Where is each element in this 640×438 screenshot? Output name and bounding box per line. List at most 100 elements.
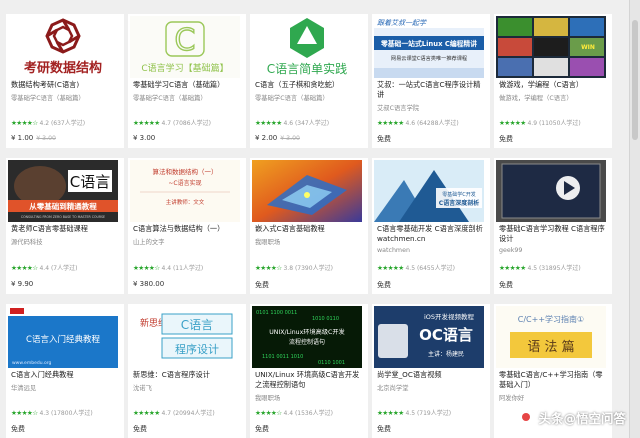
course-card[interactable]: iOS开发视频教程 OC语言 主讲：杨建民 尚学堂_OC语言视频 北京尚学堂 ★… bbox=[372, 304, 490, 438]
course-title[interactable]: 零基础C语言/C++学习指南（零基础入门） bbox=[499, 370, 609, 390]
course-rating: ★★★★☆ 4.4 (11人学过) bbox=[133, 264, 204, 272]
course-thumbnail[interactable]: 跟着艾叔一起学 零基础一站式Linux C编程精讲 网易云课堂C语言类唯一推荐课… bbox=[374, 16, 484, 78]
course-thumbnail[interactable]: C C语言学习【基础篇】 bbox=[130, 16, 240, 78]
course-author: 零基础学C语言（基础篇） bbox=[133, 95, 207, 102]
thumbnail-text: C语言 bbox=[70, 173, 110, 191]
course-price: ¥ 9.90 bbox=[11, 280, 34, 288]
course-author: 华清远见 bbox=[11, 385, 37, 392]
thumbnail-text: OC语言 bbox=[419, 326, 473, 344]
course-thumbnail[interactable]: C语言入门经典教程 www.embedu.org bbox=[8, 306, 118, 368]
old-price: ¥ 3.00 bbox=[280, 135, 300, 142]
svg-text:1101 0011 1010: 1101 0011 1010 bbox=[262, 354, 303, 360]
course-rating: ★★★★☆ 3.8 (7390人学过) bbox=[255, 264, 333, 272]
course-thumbnail[interactable]: iOS开发视频教程 OC语言 主讲：杨建民 bbox=[374, 306, 484, 368]
course-price: ¥ 3.00 bbox=[133, 134, 156, 142]
course-card[interactable]: 零基础学C开发 C语言深度剖析 C语言零基础开发 C语言深度剖析 watchme… bbox=[372, 158, 490, 294]
course-thumbnail[interactable]: 算法和数据结构（一） ~C语言实现 主讲教师：文文 bbox=[130, 160, 240, 222]
star-rating-icon: ★★★★★ bbox=[499, 264, 526, 272]
course-title[interactable]: 艾叔：一站式C语言C程序设计精讲 bbox=[377, 80, 487, 100]
star-rating-icon: ★★★★★ bbox=[377, 409, 404, 417]
star-rating-icon: ★★★★★ bbox=[377, 264, 404, 272]
course-author: 我眼职场 bbox=[255, 395, 281, 402]
scrollbar-thumb[interactable] bbox=[632, 20, 638, 140]
course-title[interactable]: 黄老师C语言零基础课程 bbox=[11, 224, 121, 234]
course-thumbnail[interactable]: C/C++学习指南① 语 法 篇 bbox=[496, 306, 606, 368]
course-title[interactable]: C语言零基础开发 C语言深度剖析 watchmen.cn bbox=[377, 224, 487, 244]
course-card[interactable]: C语言 从零基础到精通教程 CONSULTING FROM ZERO BASE … bbox=[6, 158, 124, 294]
thumbnail-text: C/C++学习指南① bbox=[518, 314, 584, 324]
course-title[interactable]: 零基础C语言学习教程 C语言程序设计 bbox=[499, 224, 609, 244]
course-author: geek99 bbox=[499, 247, 523, 254]
svg-text:0101 1100 0011: 0101 1100 0011 bbox=[256, 310, 297, 316]
star-rating-icon: ★★★★★ bbox=[377, 119, 404, 127]
course-title[interactable]: 尚学堂_OC语言视频 bbox=[377, 370, 487, 380]
course-price: 免费 bbox=[499, 281, 513, 289]
course-rating: ★★★★★ 4.5 (719人学过) bbox=[377, 409, 452, 417]
course-author: watchmen bbox=[377, 247, 410, 254]
thumbnail-url: www.embedu.org bbox=[12, 360, 51, 366]
course-thumbnail[interactable]: 考研数据结构 bbox=[8, 16, 118, 78]
course-rating: ★★★★★ 4.6 (64288人学过) bbox=[377, 119, 459, 127]
course-title[interactable]: 嵌入式C语言基础教程 bbox=[255, 224, 365, 234]
course-price: 免费 bbox=[133, 425, 147, 433]
course-rating: ★★★★☆ 4.3 (17800人学过) bbox=[11, 409, 93, 417]
course-card[interactable]: WIN 做游戏，学编程（C语言） 做游戏，学编程（C语言） ★★★★★ 4.9 … bbox=[494, 14, 612, 148]
course-price: ¥ 1.00 ¥ 3.00 bbox=[11, 134, 56, 142]
course-title[interactable]: C语言（五子棋和贪吃蛇） bbox=[255, 80, 365, 90]
course-title[interactable]: 新思维：C语言程序设计 bbox=[133, 370, 243, 380]
course-card[interactable]: C语言入门经典教程 www.embedu.org C语言入门经典教程 华清远见 … bbox=[6, 304, 124, 438]
course-price: ¥ 2.00 ¥ 3.00 bbox=[255, 134, 300, 142]
course-thumbnail[interactable] bbox=[252, 160, 362, 222]
thumbnail-subtitle: 语 法 篇 bbox=[527, 340, 574, 355]
course-title[interactable]: 数据结构考研(C语言) bbox=[11, 80, 121, 90]
course-rating: ★★★★★ 4.7 (20994人学过) bbox=[133, 409, 215, 417]
thumbnail-header: iOS开发视频教程 bbox=[424, 312, 475, 321]
svg-text:1010 0110: 1010 0110 bbox=[312, 316, 339, 322]
course-card[interactable]: 嵌入式C语言基础教程 我眼职场 ★★★★☆ 3.8 (7390人学过) 免费 bbox=[250, 158, 368, 294]
course-thumbnail[interactable] bbox=[496, 160, 606, 222]
star-rating-icon: ★★★★★ bbox=[499, 119, 526, 127]
course-card[interactable]: 0101 1100 0011 1010 0110 1101 0011 1010 01… bbox=[250, 304, 368, 438]
course-thumbnail[interactable]: 0101 1100 0011 1010 0110 1101 0011 1010 01… bbox=[252, 306, 362, 368]
thumbnail-text: C语言深度剖析 bbox=[439, 199, 479, 207]
course-rating: ★★★★★ 4.7 (7086人学过) bbox=[133, 119, 211, 127]
course-thumbnail[interactable]: C语言 从零基础到精通教程 CONSULTING FROM ZERO BASE … bbox=[8, 160, 118, 222]
course-thumbnail[interactable]: C语言简单实践 bbox=[252, 16, 362, 78]
course-price: 免费 bbox=[255, 281, 269, 289]
course-title[interactable]: C语言算法与数据结构（一） bbox=[133, 224, 243, 234]
thumbnail-subtitle: 主讲：杨建民 bbox=[428, 350, 464, 358]
course-thumbnail[interactable]: 零基础学C开发 C语言深度剖析 bbox=[374, 160, 484, 222]
course-title[interactable]: C语言入门经典教程 bbox=[11, 370, 121, 380]
course-card[interactable]: 算法和数据结构（一） ~C语言实现 主讲教师：文文 C语言算法与数据结构（一） … bbox=[128, 158, 246, 294]
course-title[interactable]: 零基础学习C语言（基础篇） bbox=[133, 80, 243, 90]
course-card[interactable]: C语言简单实践 C语言（五子棋和贪吃蛇） 零基础学C语言（基础篇） ★★★★★ … bbox=[250, 14, 368, 148]
course-title[interactable]: UNIX/Linux 环境高级C语言开发之流程控制语句 bbox=[255, 370, 365, 390]
thumbnail-text: C语言学习【基础篇】 bbox=[141, 62, 228, 74]
course-card[interactable]: C C语言学习【基础篇】 零基础学习C语言（基础篇） 零基础学C语言（基础篇） … bbox=[128, 14, 246, 148]
svg-text:C: C bbox=[175, 23, 196, 58]
course-author: 阿发你好 bbox=[499, 395, 525, 402]
course-rating: ★★★★★ 4.6 (347人学过) bbox=[255, 119, 330, 127]
svg-text:0110 1001: 0110 1001 bbox=[318, 360, 345, 366]
thumbnail-text: 考研数据结构 bbox=[24, 60, 102, 76]
course-card[interactable]: 零基础C语言学习教程 C语言程序设计 geek99 ★★★★★ 4.5 (318… bbox=[494, 158, 612, 294]
course-rating: ★★★★★ 4.9 (11050人学过) bbox=[499, 119, 581, 127]
star-rating-icon: ★★★★★ bbox=[133, 119, 160, 127]
old-price: ¥ 3.00 bbox=[36, 135, 56, 142]
course-card[interactable]: 新思维 C语言 程序设计 新思维：C语言程序设计 沈诺飞 ★★★★★ 4.7 (… bbox=[128, 304, 246, 438]
course-author: 北京尚学堂 bbox=[377, 385, 409, 392]
course-card[interactable]: 考研数据结构 数据结构考研(C语言) 零基础学C语言（基础篇） ★★★★☆ 4.… bbox=[6, 14, 124, 148]
vertical-scrollbar[interactable] bbox=[629, 0, 640, 438]
course-thumbnail[interactable]: 新思维 C语言 程序设计 bbox=[130, 306, 240, 368]
thumbnail-text: C语言 bbox=[181, 318, 213, 332]
course-card[interactable]: 跟着艾叔一起学 零基础一站式Linux C编程精讲 网易云课堂C语言类唯一推荐课… bbox=[372, 14, 490, 148]
course-price: 免费 bbox=[377, 135, 391, 143]
star-rating-icon: ★★★★☆ bbox=[11, 119, 38, 127]
thumbnail-text: C语言简单实践 bbox=[267, 61, 347, 76]
course-author: 山上的文字 bbox=[133, 239, 165, 246]
thumbnail-text: C语言入门经典教程 bbox=[26, 334, 100, 345]
course-title[interactable]: 做游戏，学编程（C语言） bbox=[499, 80, 609, 90]
thumbnail-text: UNIX/Linux环境高级C开发 bbox=[269, 328, 344, 336]
course-thumbnail[interactable]: WIN bbox=[496, 16, 606, 78]
course-author: 零基础学C语言（基础篇） bbox=[11, 95, 85, 102]
